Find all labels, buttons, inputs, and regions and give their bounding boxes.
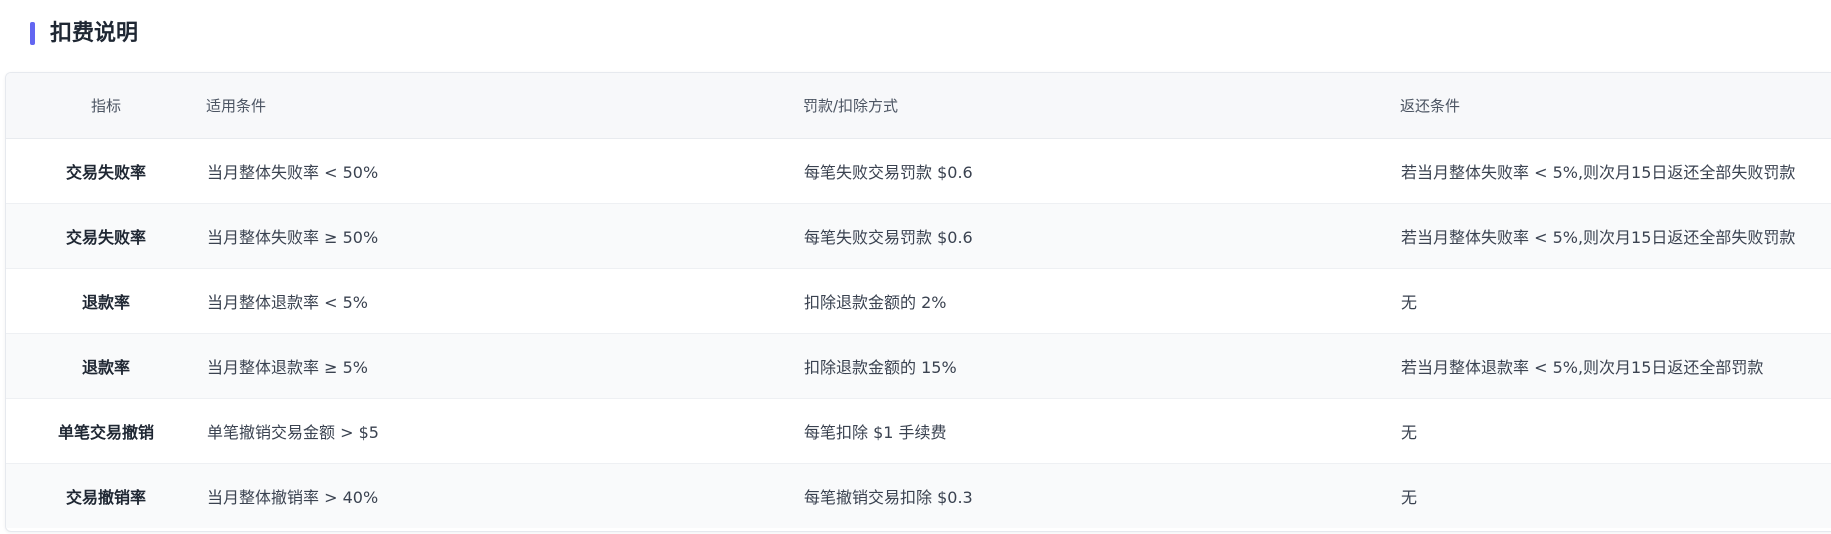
cell-metric: 单笔交易撤销 bbox=[6, 398, 206, 464]
cell-penalty: 扣除退款金额的 15% bbox=[803, 333, 1400, 399]
table-header-row: 指标 适用条件 罚款/扣除方式 返还条件 bbox=[6, 73, 1831, 139]
cell-penalty: 扣除退款金额的 2% bbox=[803, 268, 1400, 334]
cell-condition: 当月整体失败率 < 50% bbox=[206, 138, 803, 204]
column-header-condition: 适用条件 bbox=[206, 73, 803, 139]
table-row: 退款率 当月整体退款率 < 5% 扣除退款金额的 2% 无 bbox=[6, 268, 1831, 334]
cell-refund: 若当月整体失败率 < 5%,则次月15日返还全部失败罚款 bbox=[1400, 203, 1831, 269]
cell-penalty: 每笔失败交易罚款 $0.6 bbox=[803, 138, 1400, 204]
section-title: 扣费说明 bbox=[50, 21, 139, 46]
cell-condition: 当月整体退款率 < 5% bbox=[206, 268, 803, 334]
cell-condition: 当月整体退款率 ≥ 5% bbox=[206, 333, 803, 399]
table-row: 单笔交易撤销 单笔撤销交易金额 > $5 每笔扣除 $1 手续费 无 bbox=[6, 398, 1831, 464]
cell-condition: 单笔撤销交易金额 > $5 bbox=[206, 398, 803, 464]
table-row: 交易撤销率 当月整体撤销率 > 40% 每笔撤销交易扣除 $0.3 无 bbox=[6, 463, 1831, 528]
cell-metric: 退款率 bbox=[6, 268, 206, 334]
cell-penalty: 每笔扣除 $1 手续费 bbox=[803, 398, 1400, 464]
cell-penalty: 每笔撤销交易扣除 $0.3 bbox=[804, 487, 973, 507]
cell-refund: 无 bbox=[1400, 268, 1831, 334]
cell-refund: 若当月整体退款率 < 5%,则次月15日返还全部罚款 bbox=[1400, 333, 1831, 399]
cell-refund: 无 bbox=[1400, 398, 1831, 464]
column-header-metric: 指标 bbox=[6, 73, 206, 139]
cell-condition: 当月整体失败率 ≥ 50% bbox=[206, 203, 803, 269]
title-accent-bar bbox=[30, 22, 35, 45]
cell-penalty: 每笔失败交易罚款 $0.6 bbox=[803, 203, 1400, 269]
table-row: 退款率 当月整体退款率 ≥ 5% 扣除退款金额的 15% 若当月整体退款率 < … bbox=[6, 333, 1831, 399]
cell-metric: 交易撤销率 bbox=[65, 487, 146, 507]
fee-table-card: 指标 适用条件 罚款/扣除方式 返还条件 交易失败率 当月整体失败率 < 50%… bbox=[5, 72, 1831, 532]
table-row: 交易失败率 当月整体失败率 ≥ 50% 每笔失败交易罚款 $0.6 若当月整体失… bbox=[6, 203, 1831, 269]
cell-metric: 交易失败率 bbox=[6, 138, 206, 204]
cell-condition: 当月整体撤销率 > 40% bbox=[207, 487, 379, 507]
cell-metric: 交易失败率 bbox=[6, 203, 206, 269]
table-row: 交易失败率 当月整体失败率 < 50% 每笔失败交易罚款 $0.6 若当月整体失… bbox=[6, 138, 1831, 204]
column-header-refund: 返还条件 bbox=[1400, 73, 1831, 139]
cell-metric: 退款率 bbox=[6, 333, 206, 399]
column-header-penalty: 罚款/扣除方式 bbox=[803, 73, 1400, 139]
cell-refund: 若当月整体失败率 < 5%,则次月15日返还全部失败罚款 bbox=[1400, 138, 1831, 204]
section-header: 扣费说明 bbox=[0, 0, 1831, 72]
cell-refund: 无 bbox=[1401, 487, 1418, 507]
fee-table: 指标 适用条件 罚款/扣除方式 返还条件 交易失败率 当月整体失败率 < 50%… bbox=[6, 73, 1831, 528]
